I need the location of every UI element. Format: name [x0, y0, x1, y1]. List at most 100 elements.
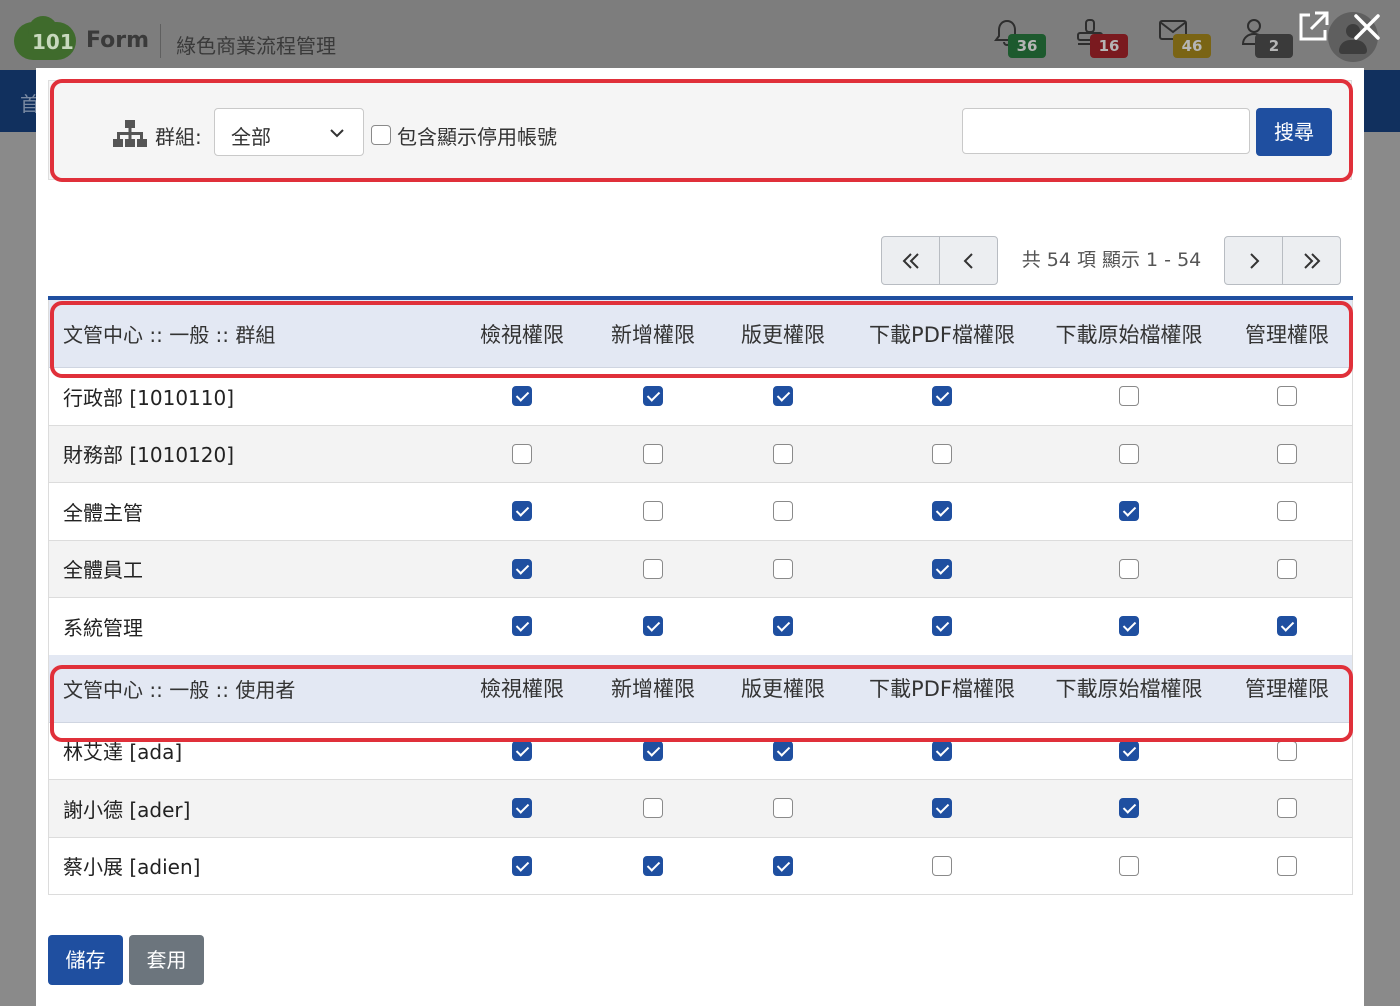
- group-select-value: 全部: [231, 125, 271, 149]
- permission-cell: [1109, 426, 1149, 483]
- permission-cell: [763, 483, 803, 540]
- search-button[interactable]: 搜尋: [1256, 108, 1332, 156]
- permission-checkbox[interactable]: [1277, 501, 1297, 522]
- permission-checkbox[interactable]: [773, 443, 793, 464]
- permission-checkbox[interactable]: [932, 855, 952, 876]
- permission-cell: [763, 780, 803, 837]
- permission-checkbox[interactable]: [512, 740, 532, 761]
- section-title: 文管中心 :: 一般 :: 群組: [63, 323, 276, 347]
- permission-checkbox[interactable]: [1119, 616, 1139, 637]
- permission-checkbox[interactable]: [512, 386, 532, 407]
- bell-notification[interactable]: 36: [994, 18, 1054, 58]
- permission-checkbox[interactable]: [512, 798, 532, 819]
- permission-checkbox[interactable]: [512, 501, 532, 522]
- mail-notification[interactable]: 46: [1159, 18, 1219, 58]
- next-page-button[interactable]: [1224, 236, 1283, 285]
- user-notification[interactable]: 2: [1241, 18, 1301, 58]
- permission-checkbox[interactable]: [1277, 386, 1297, 407]
- permission-checkbox[interactable]: [932, 798, 952, 819]
- permission-checkbox[interactable]: [1119, 855, 1139, 876]
- permission-checkbox[interactable]: [1119, 798, 1139, 819]
- permission-cell: [922, 598, 962, 655]
- permission-cell: [922, 723, 962, 780]
- permission-checkbox[interactable]: [1277, 798, 1297, 819]
- permission-checkbox[interactable]: [932, 740, 952, 761]
- permission-checkbox[interactable]: [643, 443, 663, 464]
- last-page-button[interactable]: [1282, 236, 1341, 285]
- permission-cell: [1267, 780, 1307, 837]
- permission-cell: [1267, 723, 1307, 780]
- permission-checkbox[interactable]: [512, 443, 532, 464]
- permission-checkbox[interactable]: [1277, 740, 1297, 761]
- permission-checkbox[interactable]: [643, 386, 663, 407]
- row-name: 林艾達 [ada]: [63, 740, 183, 765]
- include-disabled-label[interactable]: 包含顯示停用帳號: [397, 121, 557, 150]
- permission-checkbox[interactable]: [1119, 558, 1139, 579]
- permission-cell: [502, 483, 542, 540]
- permission-cell: [502, 723, 542, 780]
- permission-checkbox[interactable]: [643, 501, 663, 522]
- permission-checkbox[interactable]: [1119, 501, 1139, 522]
- permission-checkbox[interactable]: [773, 386, 793, 407]
- permission-checkbox[interactable]: [1119, 443, 1139, 464]
- brand-divider: [160, 24, 161, 58]
- permission-checkbox[interactable]: [643, 616, 663, 637]
- permission-checkbox[interactable]: [1277, 616, 1297, 637]
- permission-checkbox[interactable]: [773, 798, 793, 819]
- stamp-notification[interactable]: 16: [1076, 18, 1136, 58]
- permission-cell: [1267, 541, 1307, 598]
- permission-checkbox[interactable]: [512, 616, 532, 637]
- permission-checkbox[interactable]: [643, 855, 663, 876]
- app-logo: 101: [14, 16, 76, 60]
- permission-cell: [1267, 838, 1307, 895]
- permission-checkbox[interactable]: [773, 855, 793, 876]
- permission-cell: [922, 780, 962, 837]
- permission-checkbox[interactable]: [1277, 855, 1297, 876]
- permission-cell: [763, 598, 803, 655]
- apply-button[interactable]: 套用: [129, 935, 204, 985]
- permission-checkbox[interactable]: [932, 501, 952, 522]
- permission-checkbox[interactable]: [773, 501, 793, 522]
- close-button[interactable]: [1350, 10, 1384, 44]
- permission-checkbox[interactable]: [932, 386, 952, 407]
- permission-checkbox[interactable]: [932, 616, 952, 637]
- permission-checkbox[interactable]: [773, 558, 793, 579]
- permission-cell: [502, 598, 542, 655]
- permission-checkbox[interactable]: [932, 558, 952, 579]
- permission-checkbox[interactable]: [1277, 443, 1297, 464]
- permission-checkbox[interactable]: [643, 558, 663, 579]
- permission-checkbox[interactable]: [1119, 386, 1139, 407]
- column-header: 下載PDF檔權限: [869, 677, 1015, 701]
- table-row: 財務部 [1010120]: [49, 424, 1352, 483]
- permission-checkbox[interactable]: [1119, 740, 1139, 761]
- section-header-user: 文管中心 :: 一般 :: 使用者 檢視權限 新增權限 版更權限 下載PDF檔權限 下載原…: [49, 654, 1352, 722]
- permission-cell: [922, 426, 962, 483]
- permission-cell: [763, 723, 803, 780]
- column-header: 新增權限: [611, 677, 695, 701]
- search-input[interactable]: [962, 108, 1250, 154]
- column-header: 新增權限: [611, 322, 695, 347]
- permission-checkbox[interactable]: [512, 855, 532, 876]
- permission-checkbox[interactable]: [773, 616, 793, 637]
- column-header: 管理權限: [1245, 322, 1329, 347]
- row-name: 行政部 [1010110]: [63, 385, 235, 410]
- pagination: 共 54 項 顯示 1 - 54: [881, 236, 1342, 285]
- permission-checkbox[interactable]: [643, 798, 663, 819]
- prev-page-button[interactable]: [939, 236, 998, 285]
- permission-cell: [763, 368, 803, 425]
- include-disabled-checkbox[interactable]: [371, 125, 391, 145]
- group-select[interactable]: 全部: [214, 108, 364, 156]
- permission-checkbox[interactable]: [512, 558, 532, 579]
- permission-checkbox[interactable]: [773, 740, 793, 761]
- permission-checkbox[interactable]: [643, 740, 663, 761]
- column-header: 下載PDF檔權限: [869, 322, 1015, 347]
- org-chart-icon: [113, 120, 147, 147]
- save-button[interactable]: 儲存: [48, 935, 123, 985]
- first-page-button[interactable]: [881, 236, 940, 285]
- permission-cell: [633, 780, 673, 837]
- permission-checkbox[interactable]: [1277, 558, 1297, 579]
- permission-cell: [633, 598, 673, 655]
- open-external-button[interactable]: [1296, 10, 1330, 44]
- column-header: 下載原始檔權限: [1055, 322, 1203, 347]
- permission-checkbox[interactable]: [932, 443, 952, 464]
